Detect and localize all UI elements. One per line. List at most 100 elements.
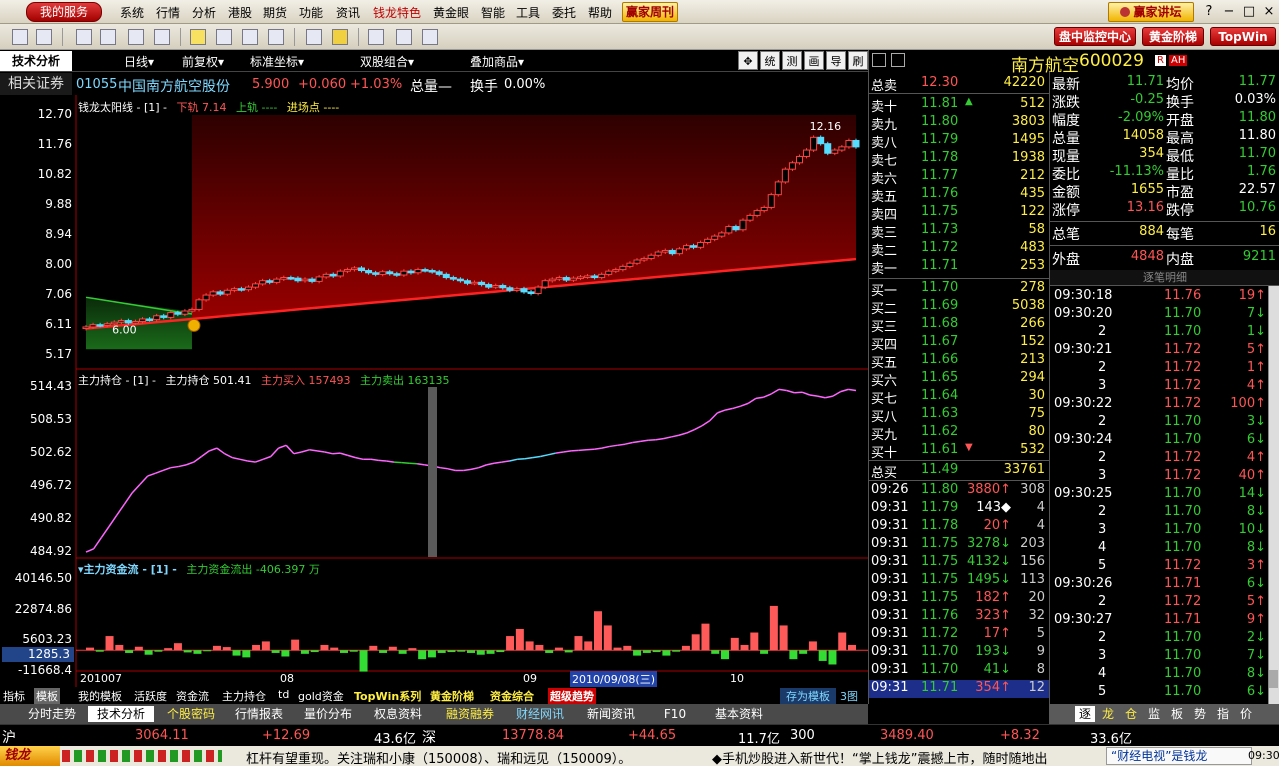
pen-icon[interactable] (242, 29, 258, 45)
tick-row[interactable]: 09:30:21 11.72 5↑ (1050, 342, 1279, 360)
tick-row[interactable]: 3 11.70 7↓ (1050, 648, 1279, 666)
note-icon[interactable] (396, 29, 412, 45)
sell-row[interactable]: 卖三 11.73 58 (869, 222, 1049, 241)
scroll-thumb[interactable] (1269, 670, 1278, 688)
tick-row[interactable]: 3 11.72 4↑ (1050, 378, 1279, 396)
menu-item-8[interactable]: 黄金眼 (433, 4, 469, 21)
tick-row[interactable]: 5 11.72 3↑ (1050, 558, 1279, 576)
ticker-text-2[interactable]: ◆手机炒股进入新世代！“掌上钱龙”震撼上市，随时随地出 (712, 748, 1102, 766)
indicator-tab-9[interactable]: 黄金阶梯 (430, 688, 474, 704)
sell-row[interactable]: 卖六 11.77 212 (869, 168, 1049, 187)
trade-row[interactable]: 09:31 11.78 20↑ 4 (869, 518, 1049, 536)
panel-toggle-icon[interactable] (872, 53, 886, 67)
tag-icon[interactable] (216, 29, 232, 45)
help-icon[interactable]: ? (1200, 3, 1218, 20)
print-icon[interactable] (36, 29, 52, 45)
menu-item-4[interactable]: 期货 (263, 4, 287, 21)
star-icon[interactable] (190, 29, 206, 45)
measure-button[interactable]: 测 (782, 51, 802, 70)
side-tab-0[interactable]: 逐 (1075, 706, 1095, 722)
tick-row[interactable]: 3 11.70 10↓ (1050, 522, 1279, 540)
indicator-tab-7[interactable]: gold资金 (298, 688, 344, 704)
tick-row[interactable]: 2 11.72 4↑ (1050, 450, 1279, 468)
menu-item-3[interactable]: 港股 (228, 4, 252, 21)
sell-row[interactable]: 卖八 11.79 1495 (869, 132, 1049, 151)
tick-row[interactable]: 09:30:20 11.70 7↓ (1050, 306, 1279, 324)
trade-row[interactable]: 09:31 11.75 182↑ 20 (869, 590, 1049, 608)
chart-icon[interactable] (128, 29, 144, 45)
page-tab-1[interactable]: 技术分析 (88, 706, 154, 722)
sell-row[interactable]: 卖二 11.72 483 (869, 240, 1049, 259)
menu-item-11[interactable]: 委托 (552, 4, 576, 21)
buy-row[interactable]: 买二 11.69 5038 (869, 298, 1049, 317)
page-tab-4[interactable]: 量价分布 (296, 706, 360, 722)
buy-row[interactable]: 买九 11.62 80 (869, 424, 1049, 443)
tick-row[interactable]: 2 11.72 5↑ (1050, 594, 1279, 612)
indicator-tab-0[interactable]: 指标 (3, 688, 25, 704)
tick-row[interactable]: 2 11.70 8↓ (1050, 504, 1279, 522)
tick-row[interactable]: 09:30:22 11.72 100↑ (1050, 396, 1279, 414)
chart-area[interactable]: 12.16 6.00 钱龙太阳线 - [1] - 下轨 7.14 上轨 ---- … (0, 95, 868, 687)
menu-item-7[interactable]: 钱龙特色 (373, 4, 421, 21)
link-icon[interactable] (306, 29, 322, 45)
chart-canvas[interactable]: 12.16 6.00 (0, 95, 868, 687)
buy-row[interactable]: 买八 11.63 75 (869, 406, 1049, 425)
gold-ladder-button[interactable]: 黄金阶梯 (1142, 27, 1204, 46)
menu-item-12[interactable]: 帮助 (588, 4, 612, 21)
trade-row[interactable]: 09:31 11.72 17↑ 5 (869, 626, 1049, 644)
buy-row[interactable]: 买五 11.66 213 (869, 352, 1049, 371)
indicator-tab-3[interactable]: 活跃度 (134, 688, 167, 704)
tick-row[interactable]: 09:30:25 11.70 14↓ (1050, 486, 1279, 504)
draw-button[interactable]: 画 (804, 51, 824, 70)
sell-row[interactable]: 卖一 11.71 253 (869, 258, 1049, 277)
page-tab-5[interactable]: 权息资料 (366, 706, 430, 722)
minimize-icon[interactable]: − (1220, 3, 1238, 20)
indicator-tab-6[interactable]: td (278, 688, 289, 701)
page-tab-10[interactable]: 基本资料 (708, 706, 770, 722)
hs300-value[interactable]: 3489.40 (880, 728, 934, 743)
buy-row[interactable]: 买四 11.67 152 (869, 334, 1049, 353)
trade-row[interactable]: 09:31 11.70 193↓ 9 (869, 644, 1049, 662)
trade-row[interactable]: 09:31 11.70 41↓ 8 (869, 662, 1049, 680)
refresh-button[interactable]: 刷 (848, 51, 868, 70)
sell-row[interactable]: 卖九 11.80 3803 (869, 114, 1049, 133)
trade-row[interactable]: 09:31 11.71 354↑ 12 (869, 680, 1049, 698)
phone-icon[interactable] (368, 29, 384, 45)
side-tab-5[interactable]: 势 (1190, 706, 1210, 722)
indicator-tab-4[interactable]: 资金流 (176, 688, 209, 704)
buy-row[interactable]: 买七 11.64 30 (869, 388, 1049, 407)
tick-row[interactable]: 2 11.70 2↓ (1050, 630, 1279, 648)
panel3-title[interactable]: ▾主力资金流 - [1] - (78, 563, 177, 576)
indicator-tab-8[interactable]: TopWin系列 (354, 688, 421, 704)
forum-button[interactable]: 赢家讲坛 (1108, 2, 1194, 22)
total-sell-row[interactable]: 总卖 12.30 42220 (869, 75, 1049, 94)
export-button[interactable]: 导 (826, 51, 846, 70)
tick-row[interactable]: 09:30:18 11.76 19↑ (1050, 288, 1279, 306)
page-tab-3[interactable]: 行情报表 (228, 706, 290, 722)
tick-row[interactable]: 09:30:26 11.71 6↓ (1050, 576, 1279, 594)
side-tab-7[interactable]: 价 (1236, 706, 1256, 722)
period-dropdown[interactable]: 日线▾ (124, 53, 154, 70)
close-icon[interactable]: × (1260, 3, 1278, 20)
sell-row[interactable]: 卖十 11.81 512 ▲ (869, 96, 1049, 115)
indicator-tab-12[interactable]: 存为模板 (780, 688, 836, 704)
tick-row[interactable]: 09:30:24 11.70 6↓ (1050, 432, 1279, 450)
total-buy-row[interactable]: 总买 11.49 33761 (869, 462, 1049, 481)
menu-item-5[interactable]: 功能 (299, 4, 323, 21)
connect-icon[interactable] (12, 29, 28, 45)
menu-item-1[interactable]: 行情 (156, 4, 180, 21)
weekly-button[interactable]: 赢家周刊 (622, 2, 678, 22)
page-tab-6[interactable]: 融资融券 (438, 706, 502, 722)
monitor-center-button[interactable]: 盘中监控中心 (1054, 27, 1136, 46)
side-tab-1[interactable]: 龙 (1098, 706, 1118, 722)
gear-icon[interactable] (332, 29, 348, 45)
indicator-tab-10[interactable]: 资金综合 (490, 688, 534, 704)
page-tab-8[interactable]: 新闻资讯 (580, 706, 642, 722)
side-tab-4[interactable]: 板 (1167, 706, 1187, 722)
topwin-button[interactable]: TopWin (1210, 27, 1276, 46)
tick-row[interactable]: 4 11.70 8↓ (1050, 666, 1279, 684)
sh-value[interactable]: 3064.11 (135, 728, 189, 743)
tick-row[interactable]: 5 11.70 6↓ (1050, 684, 1279, 702)
tick-row[interactable]: 3 11.72 40↑ (1050, 468, 1279, 486)
maximize-icon[interactable]: □ (1240, 3, 1258, 20)
